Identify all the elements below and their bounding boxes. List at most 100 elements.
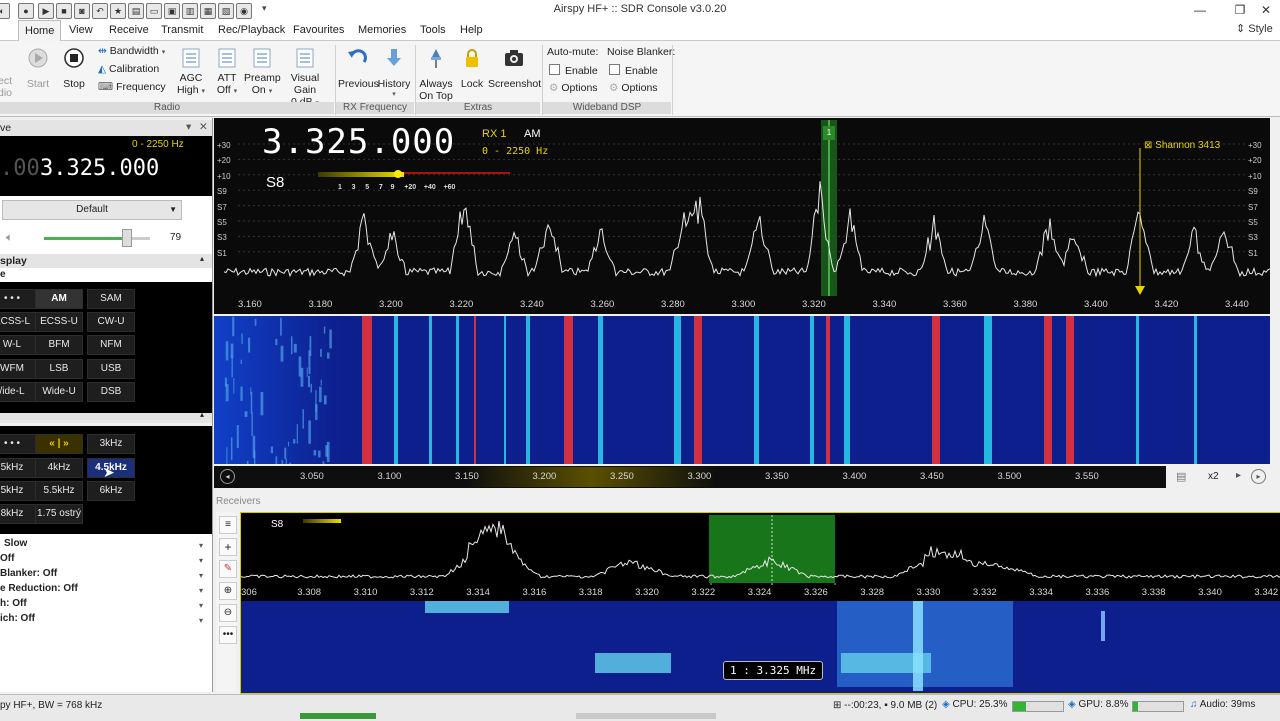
waterfall-noise	[298, 356, 302, 377]
volume-knob[interactable]	[121, 229, 132, 247]
frequency-button[interactable]: ⌨ Frequency	[98, 81, 166, 93]
bw-1-75-ostry-button[interactable]: 1.75 ostrý	[35, 504, 83, 524]
section-label: e	[0, 269, 6, 280]
bw-3-5khz-button[interactable]: 5kHz	[0, 458, 36, 478]
collapse-icon[interactable]: ▴	[200, 410, 204, 419]
bw-3khz-button[interactable]: 3kHz	[87, 434, 135, 454]
mode-sam-button[interactable]: SAM	[87, 289, 135, 309]
style-menu[interactable]: ⇕ Style	[1236, 22, 1273, 35]
volume-slider[interactable]	[44, 237, 150, 240]
start-button[interactable]: Start	[24, 47, 52, 90]
add-receiver-icon[interactable]: +	[219, 538, 237, 556]
preset-select[interactable]: Default ▼	[2, 200, 182, 220]
receiver-tick-label: 3.326	[804, 587, 828, 598]
bw-5khz-button[interactable]: 5kHz	[0, 481, 36, 501]
squelch-option[interactable]: ich: Off	[0, 613, 35, 624]
waterfall-svg	[214, 316, 1270, 464]
mode-more-button[interactable]: • • •	[0, 289, 36, 309]
bw-5-5khz-button[interactable]: 5.5kHz	[35, 481, 83, 501]
bw-4khz-button[interactable]: 4kHz	[35, 458, 83, 478]
auto-mute-options-button[interactable]: ⚙ Options	[549, 82, 598, 94]
receiver-smeter-label: S8	[271, 519, 284, 530]
receiver-tick-label: 3.320	[635, 587, 659, 598]
receiver-tick-label: 3.340	[1198, 587, 1222, 598]
bw-6khz-button[interactable]: 6kHz	[87, 481, 135, 501]
rx-frequency-overlay[interactable]: 3.325.000	[262, 122, 455, 162]
spectrum-frequency-scale[interactable]: 3.160 3.180 3.200 3.220 3.240 3.260 3.280 3.300…	[214, 298, 1270, 314]
tab-view[interactable]: View	[63, 20, 99, 40]
agc-button[interactable]: AGC High ▾	[176, 47, 206, 96]
stop-button[interactable]: Stop	[60, 47, 88, 90]
frequency-display[interactable]: 0 - 2250 Hz .00 3.325.000	[0, 136, 212, 196]
auto-mute-enable-checkbox[interactable]: Enable	[549, 64, 598, 77]
mode-bfm-button[interactable]: BFM	[35, 335, 83, 355]
mode-wfm-button[interactable]: WFM	[0, 359, 36, 379]
zoom-level[interactable]: x2	[1208, 471, 1219, 482]
noise-reduction-option[interactable]: e Reduction: Off	[0, 583, 78, 594]
mode-lsb-button[interactable]: LSB	[35, 359, 83, 379]
visual-gain-button[interactable]: Visual Gain0 dB ▾	[280, 47, 330, 108]
scroll-left-icon[interactable]: ◂	[220, 469, 235, 484]
bw-more-button[interactable]: • • •	[0, 434, 36, 454]
tab-help[interactable]: Help	[454, 20, 489, 40]
more-icon[interactable]: •••	[219, 626, 237, 644]
mode-ecss-u-button[interactable]: ECSS-U	[35, 312, 83, 332]
tab-home[interactable]: Home	[18, 20, 62, 41]
minimize-button[interactable]: —	[1180, 0, 1220, 20]
tab-memories[interactable]: Memories	[352, 20, 412, 40]
calibration-button[interactable]: ◭ Calibration	[98, 63, 159, 75]
tab-transmit[interactable]: Transmit	[155, 20, 209, 40]
close-icon[interactable]: ✕	[199, 121, 208, 133]
bw-8khz-button[interactable]: 8kHz	[0, 504, 36, 524]
bw-filter-button[interactable]: « | »	[35, 434, 83, 454]
station-label[interactable]: ⊠ Shannon 3413	[1144, 140, 1220, 151]
tab-favourites[interactable]: Favourites	[287, 20, 350, 40]
receiver-tick-label: 3.336	[1085, 587, 1110, 598]
zoom-out-icon[interactable]: ⊖	[219, 604, 237, 622]
noise-blanker-options-button[interactable]: ⚙ Options	[609, 82, 658, 94]
speaker-icon[interactable]: 🔈︎	[6, 230, 13, 245]
mode-usb-button[interactable]: USB	[87, 359, 135, 379]
preamp-button[interactable]: Preamp On ▾	[244, 47, 281, 96]
tab-tools[interactable]: Tools	[414, 20, 452, 40]
close-button[interactable]: ✕	[1246, 0, 1280, 20]
lock-button[interactable]: Lock	[458, 47, 486, 90]
noise-blanker-enable-checkbox[interactable]: Enable	[609, 64, 658, 77]
mode-dsb-button[interactable]: DSB	[87, 382, 135, 402]
waterfall-display[interactable]	[214, 316, 1270, 464]
att-button[interactable]: ATT Off ▾	[212, 47, 242, 96]
waterfall-signal	[984, 316, 992, 464]
gear-icon: ⚙	[609, 82, 619, 94]
mode-cw-l-button[interactable]: W-L	[0, 335, 36, 355]
waterfall-frequency-scale[interactable]: ◂ 3.050 3.100 3.150 3.200 3.250 3.300 3.350 3.4…	[214, 466, 1270, 488]
mode-ecss-l-button[interactable]: ECSS-L	[0, 312, 36, 332]
noise-option[interactable]: Off	[0, 553, 14, 564]
mode-wide-l-button[interactable]: /ide-L	[0, 382, 36, 402]
agc-option[interactable]: Slow	[4, 538, 27, 549]
history-button[interactable]: History ▾	[376, 47, 412, 98]
bandwidth-button[interactable]: ⇹ Bandwidth ▾	[98, 45, 165, 57]
receiver-marker-badge[interactable]: 1	[823, 126, 835, 140]
mode-wide-u-button[interactable]: Wide-U	[35, 382, 83, 402]
zoom-icon[interactable]: ▤	[1176, 470, 1186, 483]
pin-icon[interactable]: ▾	[186, 121, 191, 133]
always-on-top-button[interactable]: Always On Top	[418, 47, 454, 102]
scroll-end-icon[interactable]: ▸	[1251, 469, 1266, 484]
waterfall-tick-label: 3.550	[1075, 471, 1099, 482]
tab-rec-playback[interactable]: Rec/Playback	[212, 20, 291, 40]
mode-nfm-button[interactable]: NFM	[87, 335, 135, 355]
zoom-in-icon[interactable]: ⊕	[219, 582, 237, 600]
remove-receiver-icon[interactable]: ✎	[219, 560, 237, 578]
mode-cw-u-button[interactable]: CW-U	[87, 312, 135, 332]
mode-am-button[interactable]: AM	[35, 289, 83, 309]
notch-option[interactable]: h: Off	[0, 598, 27, 609]
spectrum-display[interactable]: +30 +20 +10 S9 S7 S5 S3 S1 +30 +20 +10 S9 S7 S5 S3 S1 …	[214, 118, 1270, 298]
collapse-icon[interactable]: ▴	[200, 254, 204, 263]
receiver-1-display[interactable]: S8 306 3.308 3.310 3.312 3.314 3.316 3.318 3.32…	[240, 512, 1280, 694]
previous-button[interactable]: Previous	[338, 47, 379, 90]
scroll-right-icon[interactable]: ▸	[1236, 470, 1241, 481]
noise-blanker-option[interactable]: Blanker: Off	[0, 568, 57, 579]
tab-receive[interactable]: Receive	[103, 20, 155, 40]
screenshot-button[interactable]: Screenshot	[488, 47, 541, 90]
menu-icon[interactable]: ≡	[219, 516, 237, 534]
